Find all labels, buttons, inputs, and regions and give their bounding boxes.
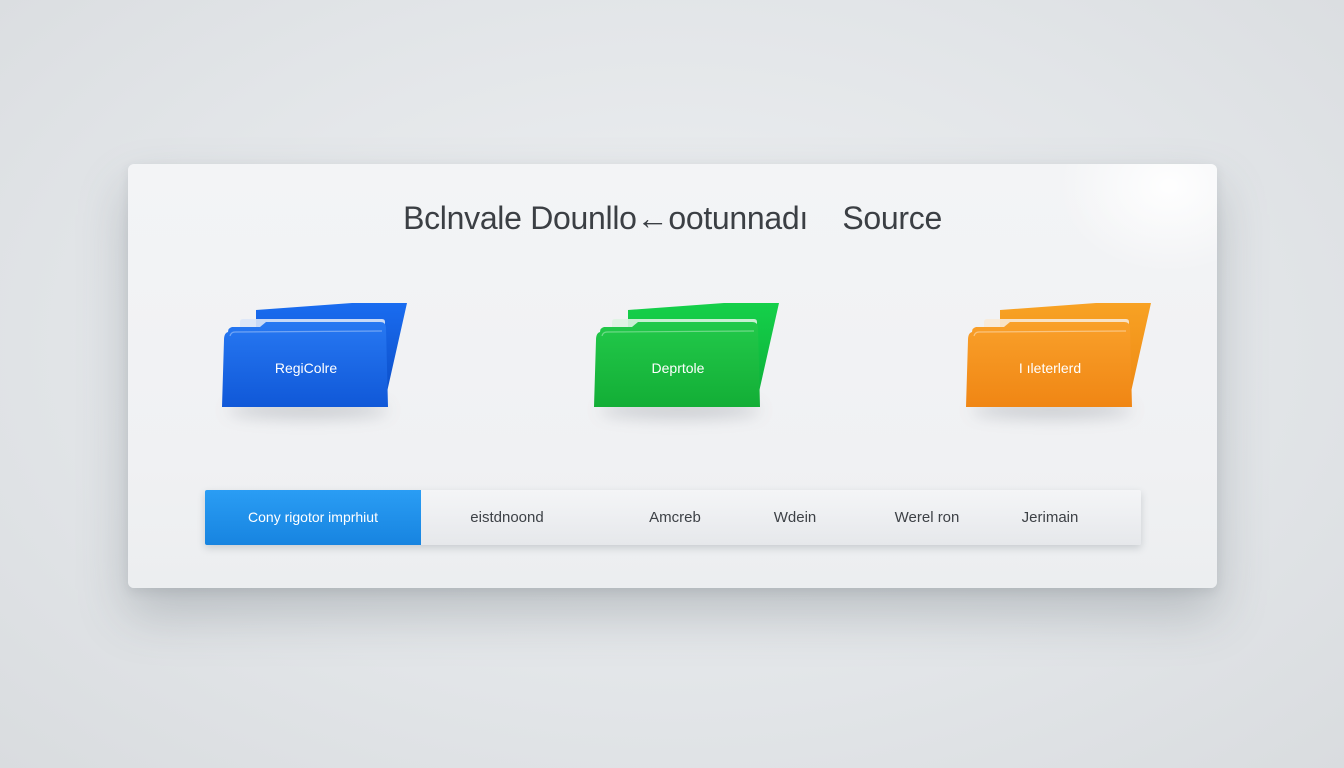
folder-label: I ıleterlerd bbox=[1018, 360, 1082, 376]
tab-4[interactable]: Wdein bbox=[750, 490, 840, 545]
folder-green[interactable]: Deprtole bbox=[594, 302, 784, 418]
folder-label: RegiColre bbox=[274, 360, 338, 376]
dialog-panel: Bclnvale Dounllo←ootunnadı Source RegiCo… bbox=[128, 164, 1217, 588]
folder-blue[interactable]: RegiColre bbox=[222, 302, 412, 418]
tab-active[interactable]: Cony rigotor imprhiut bbox=[205, 490, 421, 545]
folder-orange[interactable]: I ıleterlerd bbox=[966, 302, 1156, 418]
tab-6[interactable]: Jerimain bbox=[1000, 490, 1100, 545]
page-title: Bclnvale Dounllo←ootunnadı Source bbox=[403, 200, 942, 236]
folder-icon bbox=[222, 303, 407, 407]
folder-icon bbox=[966, 303, 1151, 407]
tab-5[interactable]: Werel ron bbox=[875, 490, 979, 545]
folder-icon bbox=[594, 303, 779, 407]
tab-3[interactable]: Amcreb bbox=[625, 490, 725, 545]
tab-bar: Cony rigotor imprhiut eistdnoond Amcreb … bbox=[205, 490, 1141, 545]
folder-label: Deprtole bbox=[651, 360, 705, 376]
tab-2[interactable]: eistdnoond bbox=[457, 490, 557, 545]
